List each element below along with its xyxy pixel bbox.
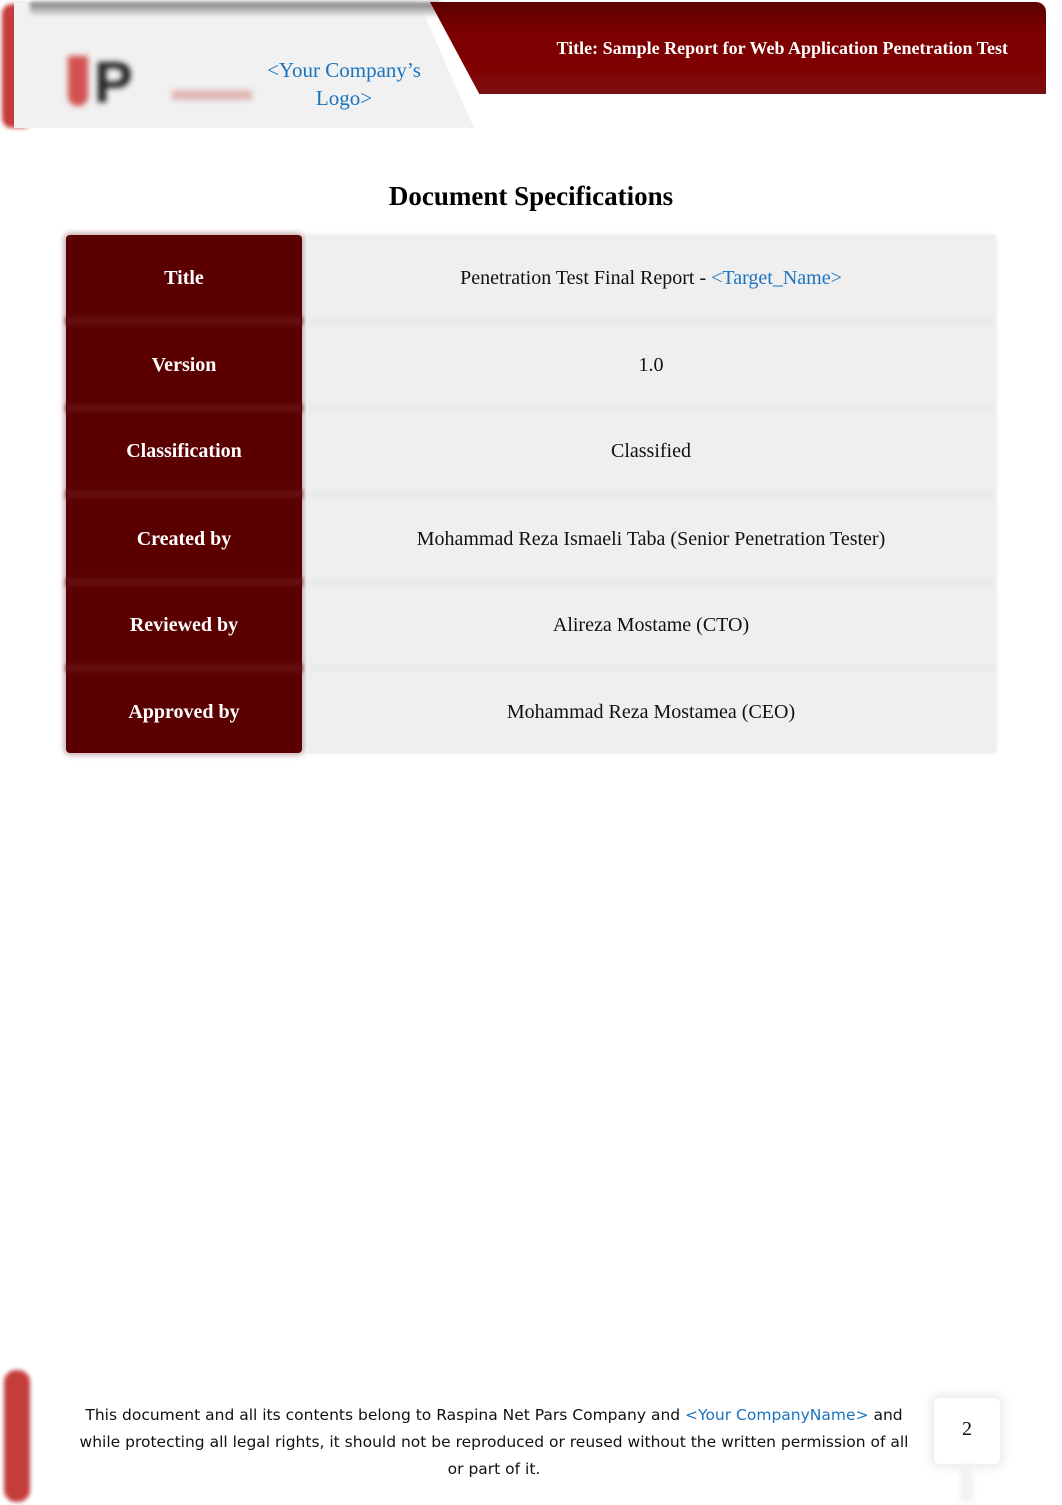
- table-row-reviewed-by: Reviewed by Alireza Mostame (CTO): [66, 582, 996, 672]
- row-label: Approved by: [128, 701, 240, 723]
- row-value: 1.0: [638, 354, 664, 376]
- company-logo-image: P: [64, 50, 254, 114]
- company-name-placeholder: <Your CompanyName>: [685, 1406, 869, 1424]
- report-title: Title: Sample Report for Web Application…: [556, 38, 1008, 58]
- page-title: Document Specifications: [388, 181, 674, 211]
- row-value: Mohammad Reza Ismaeli Taba (Senior Penet…: [416, 528, 886, 550]
- table-row-version: Version 1.0: [66, 322, 996, 412]
- header-shadow: [30, 2, 440, 16]
- target-name-placeholder: <Target_Name>: [711, 267, 842, 289]
- row-label: Reviewed by: [129, 614, 239, 636]
- row-value: Classified: [611, 440, 691, 462]
- row-value: Mohammad Reza Mostamea (CEO): [506, 701, 796, 723]
- page-number-stem: [960, 1464, 974, 1502]
- header-title-banner: Title: Sample Report for Web Application…: [430, 2, 1046, 94]
- footer-accent-bar: [4, 1370, 30, 1502]
- table-row-title: Title Penetration Test Final Report - <T…: [66, 235, 996, 325]
- table-row-approved-by: Approved by Mohammad Reza Mostamea (CEO): [66, 669, 996, 755]
- row-label: Created by: [136, 528, 232, 550]
- row-value-text: Penetration Test Final Report -: [460, 267, 712, 289]
- row-label: Classification: [126, 440, 242, 462]
- footer-copyright-notice: This document and all its contents belon…: [70, 1402, 918, 1483]
- page-number: 2: [962, 1418, 972, 1440]
- logo-subtitle: [172, 90, 252, 100]
- table-row-created-by: Created by Mohammad Reza Ismaeli Taba (S…: [66, 496, 996, 586]
- footer-text-start: This document and all its contents belon…: [85, 1406, 686, 1424]
- company-logo-placeholder: <Your Company’s Logo>: [267, 58, 421, 110]
- logo-mark-u: [68, 56, 88, 106]
- row-value: Penetration Test Final Report - <Target_…: [306, 235, 996, 321]
- table-row-classification: Classification Classified: [66, 408, 996, 498]
- row-value: Alireza Mostame (CTO): [552, 614, 750, 636]
- row-label: Version: [151, 354, 217, 376]
- logo-mark-p: P: [94, 50, 133, 115]
- row-label: Title: [164, 267, 204, 289]
